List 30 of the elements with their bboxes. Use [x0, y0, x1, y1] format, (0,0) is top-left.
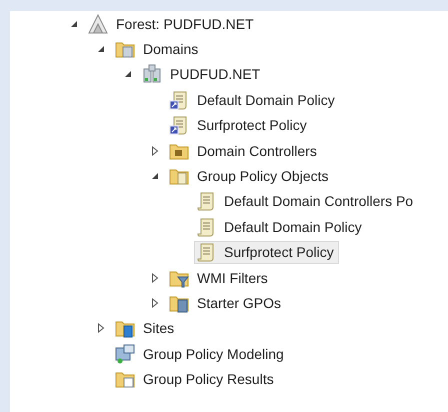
modeling-icon: [114, 342, 136, 365]
tree-item[interactable]: Default Domain Policy: [194, 215, 367, 238]
caret-icon: [151, 272, 159, 283]
caret-icon: [151, 172, 159, 180]
tree-item[interactable]: Group Policy Results: [113, 368, 279, 391]
expand-toggle[interactable]: [149, 144, 161, 158]
caret-icon: [97, 323, 105, 334]
tree-item[interactable]: Sites: [113, 316, 180, 340]
expand-toggle[interactable]: [149, 296, 161, 310]
tree-item[interactable]: PUDFUD.NET: [140, 62, 266, 86]
tree-item[interactable]: Domains: [113, 38, 204, 61]
tree-item[interactable]: Surfprotect Policy: [167, 114, 312, 137]
caret-icon: [151, 146, 159, 156]
caret-icon: [124, 70, 132, 78]
tree-item[interactable]: Starter GPOs: [167, 291, 286, 314]
caret-icon: [97, 45, 105, 54]
tree-item[interactable]: Default Domain Controllers Po: [194, 190, 418, 213]
caret-icon: [151, 298, 159, 308]
caret-icon: [70, 20, 78, 28]
tree-item[interactable]: Surfprotect Policy: [194, 240, 339, 264]
domain-icon: [141, 63, 163, 86]
tree-item[interactable]: Group Policy Objects: [167, 164, 334, 188]
forest-icon: [87, 12, 109, 35]
tree-item[interactable]: Forest: PUDFUD.NET: [86, 12, 259, 36]
tree-item[interactable]: Group Policy Modeling: [113, 342, 289, 366]
expand-toggle[interactable]: [95, 321, 107, 336]
expand-toggle[interactable]: [149, 270, 161, 285]
tree-item[interactable]: Default Domain Policy: [167, 88, 340, 112]
tree-item[interactable]: WMI Filters: [167, 266, 273, 290]
tree-item[interactable]: Domain Controllers: [167, 139, 322, 162]
